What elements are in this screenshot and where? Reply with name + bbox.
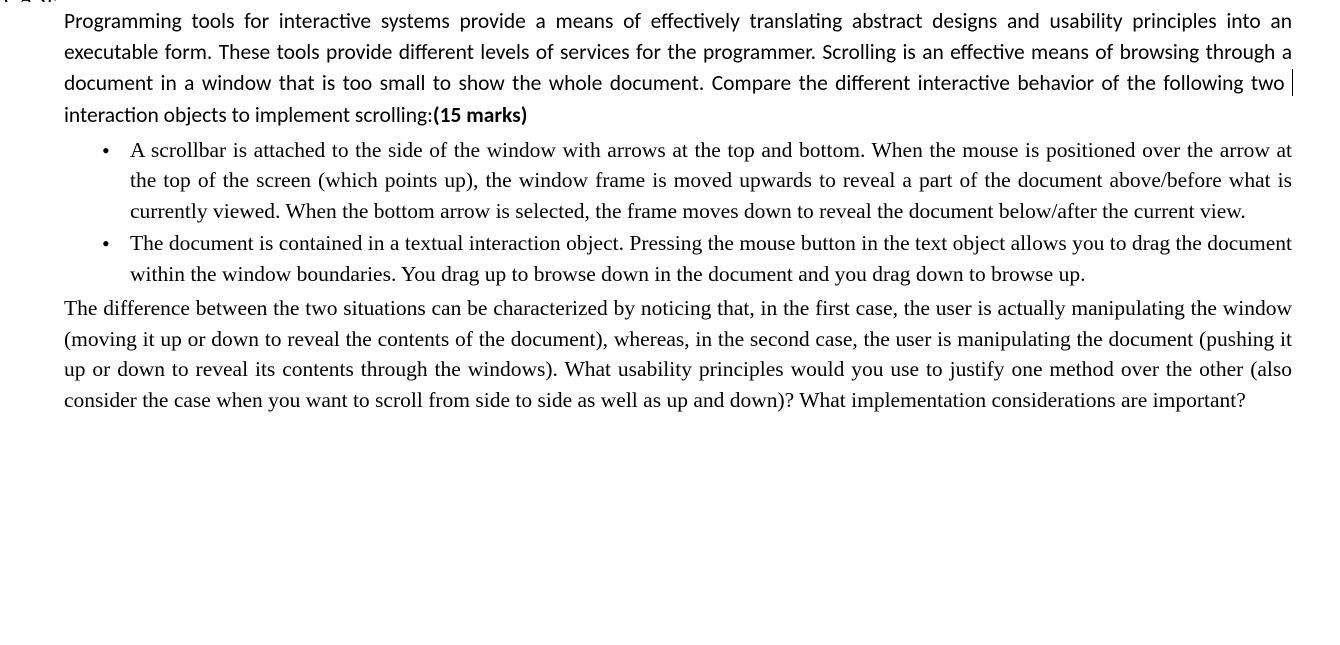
bullet-text: The document is contained in a textual i… — [130, 231, 1292, 286]
closing-paragraph: The difference between the two situation… — [64, 293, 1292, 415]
intro-text-before-cursor: Programming tools for interactive system… — [64, 8, 1292, 96]
intro-paragraph: Programming tools for interactive system… — [64, 6, 1292, 131]
list-item: A scrollbar is attached to the side of t… — [102, 135, 1292, 227]
bullet-list: A scrollbar is attached to the side of t… — [64, 135, 1292, 290]
question-page: CASE. Programming tools for interactive … — [0, 0, 1340, 427]
case-heading-truncated: CASE. — [4, 0, 1292, 2]
marks-label: (15 marks) — [433, 102, 528, 128]
intro-text-after-cursor: interaction objects to implement scrolli… — [64, 102, 433, 128]
list-item: The document is contained in a textual i… — [102, 228, 1292, 289]
text-cursor — [1292, 69, 1293, 96]
bullet-text: A scrollbar is attached to the side of t… — [130, 138, 1292, 223]
